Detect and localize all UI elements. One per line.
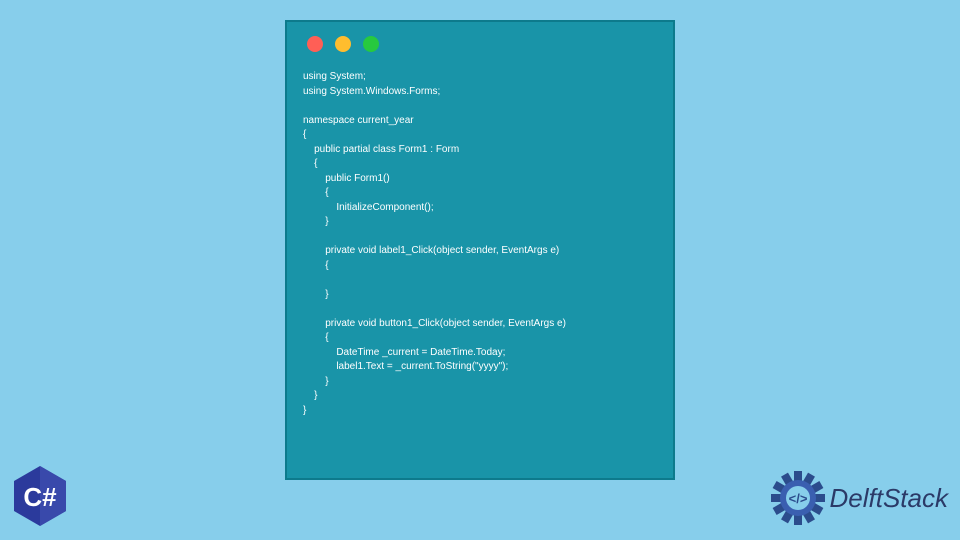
- minimize-icon: [335, 36, 351, 52]
- window-controls: [307, 36, 657, 52]
- code-window: using System; using System.Windows.Forms…: [285, 20, 675, 480]
- csharp-badge-icon: C#: [8, 464, 72, 528]
- svg-text:C#: C#: [23, 482, 57, 512]
- close-icon: [307, 36, 323, 52]
- gear-icon: </>: [770, 470, 826, 526]
- brand-name: DelftStack: [830, 483, 949, 514]
- delftstack-logo: </> DelftStack: [770, 470, 949, 526]
- svg-text:</>: </>: [788, 491, 807, 506]
- maximize-icon: [363, 36, 379, 52]
- code-content: using System; using System.Windows.Forms…: [303, 70, 657, 418]
